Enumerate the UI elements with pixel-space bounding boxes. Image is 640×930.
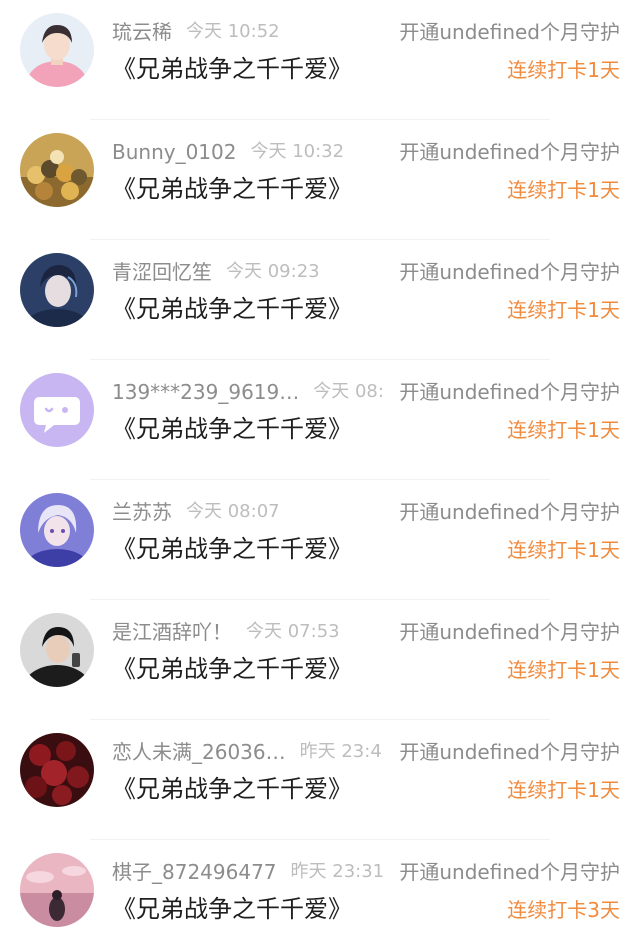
action-text: 开通undefined个月守护	[397, 378, 620, 406]
book-title[interactable]: 《兄弟战争之千千爱》	[112, 772, 352, 806]
timestamp: 今天 07:53	[246, 621, 340, 642]
user-info: 是江酒辞吖！ 今天 07:53	[112, 618, 340, 646]
user-info: 恋人未满_26036… 昨天 23:4	[112, 738, 382, 766]
book-title[interactable]: 《兄弟战争之千千爱》	[112, 412, 352, 446]
checkin-streak: 连续打卡1天	[507, 58, 620, 82]
action-text: 开通undefined个月守护	[397, 858, 620, 886]
action-text: 开通undefined个月守护	[397, 258, 620, 286]
username[interactable]: 兰苏苏	[112, 498, 172, 526]
list-item[interactable]: Bunny_0102 今天 10:32 开通undefined个月守护 《兄弟战争…	[0, 120, 640, 240]
username[interactable]: 139***239_9619…	[112, 378, 299, 406]
checkin-streak: 连续打卡3天	[507, 898, 620, 922]
timestamp: 昨天 23:31	[290, 861, 385, 882]
avatar[interactable]	[20, 133, 94, 207]
checkin-streak: 连续打卡1天	[507, 778, 620, 802]
timestamp: 今天 10:32	[250, 141, 345, 162]
list-item[interactable]: 棋子_872496477 昨天 23:31 开通undefined个月守护 《兄弟…	[0, 840, 640, 930]
checkin-streak: 连续打卡1天	[507, 538, 620, 562]
avatar[interactable]	[20, 733, 94, 807]
user-info: Bunny_0102 今天 10:32	[112, 138, 344, 166]
username[interactable]: 琉云稀	[112, 18, 172, 46]
username[interactable]: 棋子_872496477	[112, 858, 277, 886]
action-text: 开通undefined个月守护	[397, 18, 620, 46]
avatar[interactable]	[20, 13, 94, 87]
timestamp: 今天 09:23	[226, 261, 320, 282]
timestamp: 今天 08:	[313, 381, 384, 402]
timestamp: 今天 08:07	[186, 501, 280, 522]
timestamp: 今天 10:52	[186, 21, 280, 42]
avatar[interactable]	[20, 613, 94, 687]
list-item[interactable]: 琉云稀 今天 10:52 开通undefined个月守护 《兄弟战争之千千爱》 连…	[0, 0, 640, 120]
list-item[interactable]: 兰苏苏 今天 08:07 开通undefined个月守护 《兄弟战争之千千爱》 连…	[0, 480, 640, 600]
avatar[interactable]	[20, 493, 94, 567]
book-title[interactable]: 《兄弟战争之千千爱》	[112, 52, 352, 86]
book-title[interactable]: 《兄弟战争之千千爱》	[112, 172, 352, 206]
avatar[interactable]	[20, 853, 94, 927]
checkin-streak: 连续打卡1天	[507, 658, 620, 682]
user-info: 兰苏苏 今天 08:07	[112, 498, 280, 526]
guardian-list: 琉云稀 今天 10:52 开通undefined个月守护 《兄弟战争之千千爱》 连…	[0, 0, 640, 930]
list-item[interactable]: 恋人未满_26036… 昨天 23:4 开通undefined个月守护 《兄弟战争…	[0, 720, 640, 840]
action-text: 开通undefined个月守护	[397, 138, 620, 166]
username[interactable]: 青涩回忆笙	[112, 258, 212, 286]
username[interactable]: 恋人未满_26036…	[112, 738, 286, 766]
user-info: 青涩回忆笙 今天 09:23	[112, 258, 320, 286]
checkin-streak: 连续打卡1天	[507, 298, 620, 322]
checkin-streak: 连续打卡1天	[507, 178, 620, 202]
list-item[interactable]: 青涩回忆笙 今天 09:23 开通undefined个月守护 《兄弟战争之千千爱》…	[0, 240, 640, 360]
user-info: 棋子_872496477 昨天 23:31	[112, 858, 384, 886]
list-item[interactable]: 139***239_9619… 今天 08: 开通undefined个月守护 《兄…	[0, 360, 640, 480]
book-title[interactable]: 《兄弟战争之千千爱》	[112, 652, 352, 686]
action-text: 开通undefined个月守护	[397, 738, 620, 766]
timestamp: 昨天 23:4	[299, 741, 382, 762]
action-text: 开通undefined个月守护	[397, 618, 620, 646]
user-info: 琉云稀 今天 10:52	[112, 18, 280, 46]
avatar[interactable]	[20, 253, 94, 327]
username[interactable]: Bunny_0102	[112, 138, 236, 166]
action-text: 开通undefined个月守护	[397, 498, 620, 526]
list-item[interactable]: 是江酒辞吖！ 今天 07:53 开通undefined个月守护 《兄弟战争之千千爱…	[0, 600, 640, 720]
checkin-streak: 连续打卡1天	[507, 418, 620, 442]
book-title[interactable]: 《兄弟战争之千千爱》	[112, 892, 352, 926]
user-info: 139***239_9619… 今天 08:	[112, 378, 384, 406]
username[interactable]: 是江酒辞吖！	[112, 618, 232, 646]
book-title[interactable]: 《兄弟战争之千千爱》	[112, 532, 352, 566]
book-title[interactable]: 《兄弟战争之千千爱》	[112, 292, 352, 326]
avatar[interactable]	[20, 373, 94, 447]
